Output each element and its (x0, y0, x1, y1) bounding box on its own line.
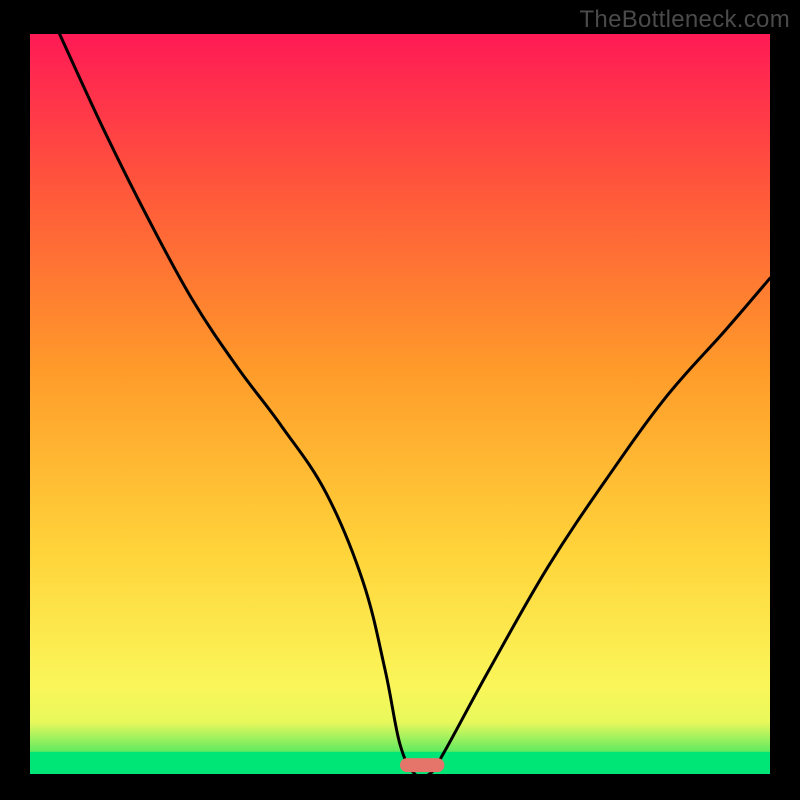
frame-left (0, 0, 30, 800)
watermark-text: TheBottleneck.com (579, 6, 790, 34)
frame-bottom (0, 774, 800, 800)
frame-right (770, 0, 800, 800)
green-zone (30, 752, 770, 774)
bottleneck-marker (400, 758, 444, 772)
bottleneck-chart (0, 0, 800, 800)
chart-frame: TheBottleneck.com (0, 0, 800, 800)
